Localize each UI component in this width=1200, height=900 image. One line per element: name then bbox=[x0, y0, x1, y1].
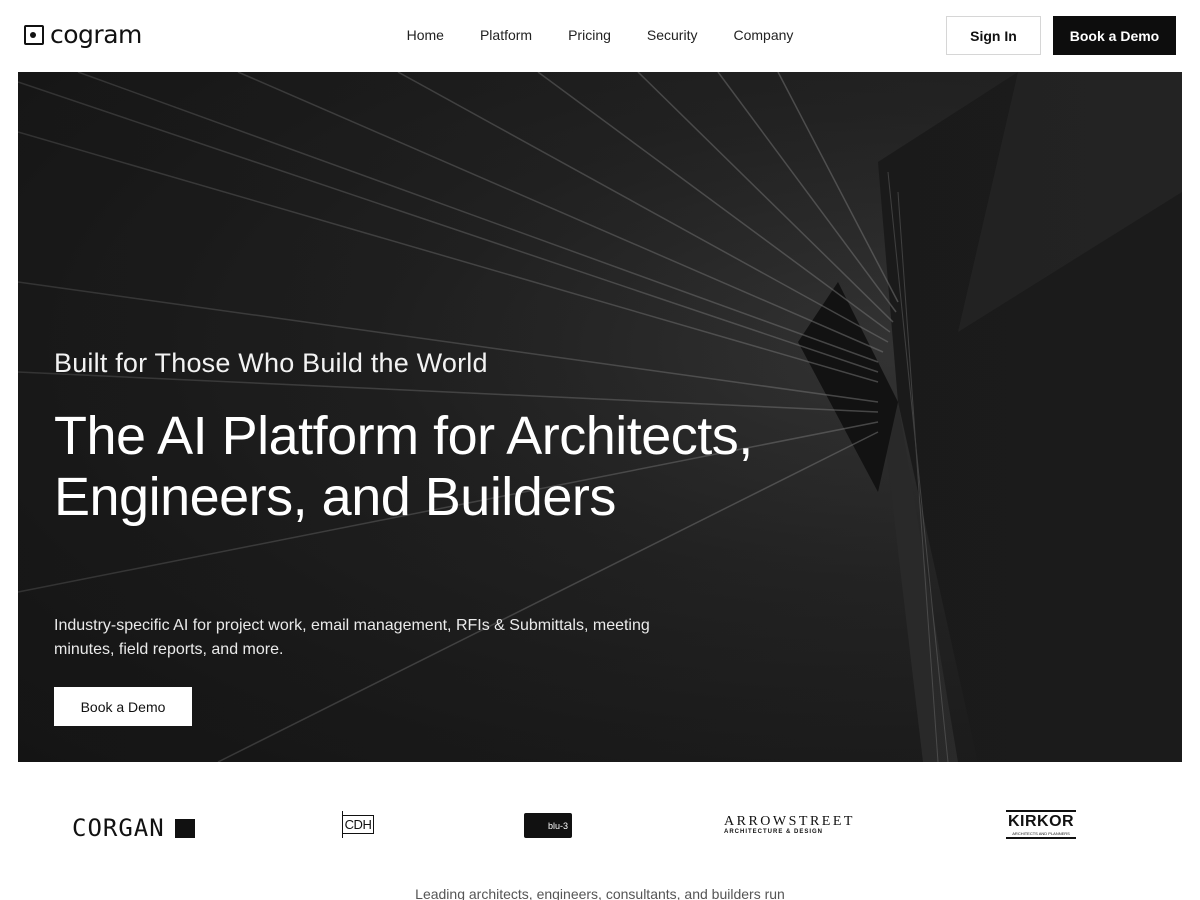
nav-company[interactable]: Company bbox=[733, 25, 793, 45]
blu3-logo: blu-3 bbox=[524, 813, 572, 838]
arrowstreet-logo-text: ARROWSTREET bbox=[724, 814, 855, 829]
kirkor-logo-text: KIRKOR bbox=[1008, 813, 1075, 830]
nav-pricing[interactable]: Pricing bbox=[568, 25, 611, 45]
hero-section: Built for Those Who Build the World The … bbox=[18, 72, 1182, 762]
blu3-logo-text: blu-3 bbox=[547, 820, 568, 831]
corgan-logo: CORGAN bbox=[72, 814, 195, 842]
kirkor-logo-subtext: ARCHITECTS AND PLANNERS bbox=[1012, 831, 1070, 836]
book-demo-header-button[interactable]: Book a Demo bbox=[1053, 16, 1176, 55]
hero-headline: The AI Platform for Architects, Engineer… bbox=[54, 406, 753, 527]
nav-platform[interactable]: Platform bbox=[480, 25, 532, 45]
nav-home[interactable]: Home bbox=[407, 25, 444, 45]
logos-tagline: Leading architects, engineers, consultan… bbox=[415, 886, 785, 900]
corgan-square-icon bbox=[174, 818, 195, 838]
arrowstreet-logo-subtext: ARCHITECTURE & DESIGN bbox=[724, 829, 824, 835]
cdh-logo-text: CDH bbox=[342, 815, 375, 834]
hero-eyebrow: Built for Those Who Build the World bbox=[54, 348, 488, 378]
book-demo-hero-button[interactable]: Book a Demo bbox=[54, 687, 192, 726]
site-header: cogram Home Platform Pricing Security Co… bbox=[0, 0, 1200, 72]
nav-security[interactable]: Security bbox=[647, 25, 698, 45]
arrowstreet-logo: ARROWSTREET ARCHITECTURE & DESIGN bbox=[724, 814, 855, 835]
sign-in-button[interactable]: Sign In bbox=[946, 16, 1041, 55]
cdh-logo: CDH bbox=[342, 811, 375, 838]
corgan-logo-text: CORGAN bbox=[72, 814, 165, 842]
customer-logos: CORGAN CDH blu-3 ARROWSTREET ARCHITECTUR… bbox=[0, 800, 1200, 855]
kirkor-logo: KIRKOR ARCHITECTS AND PLANNERS bbox=[1006, 810, 1077, 839]
hero-subheading: Industry-specific AI for project work, e… bbox=[54, 617, 650, 658]
